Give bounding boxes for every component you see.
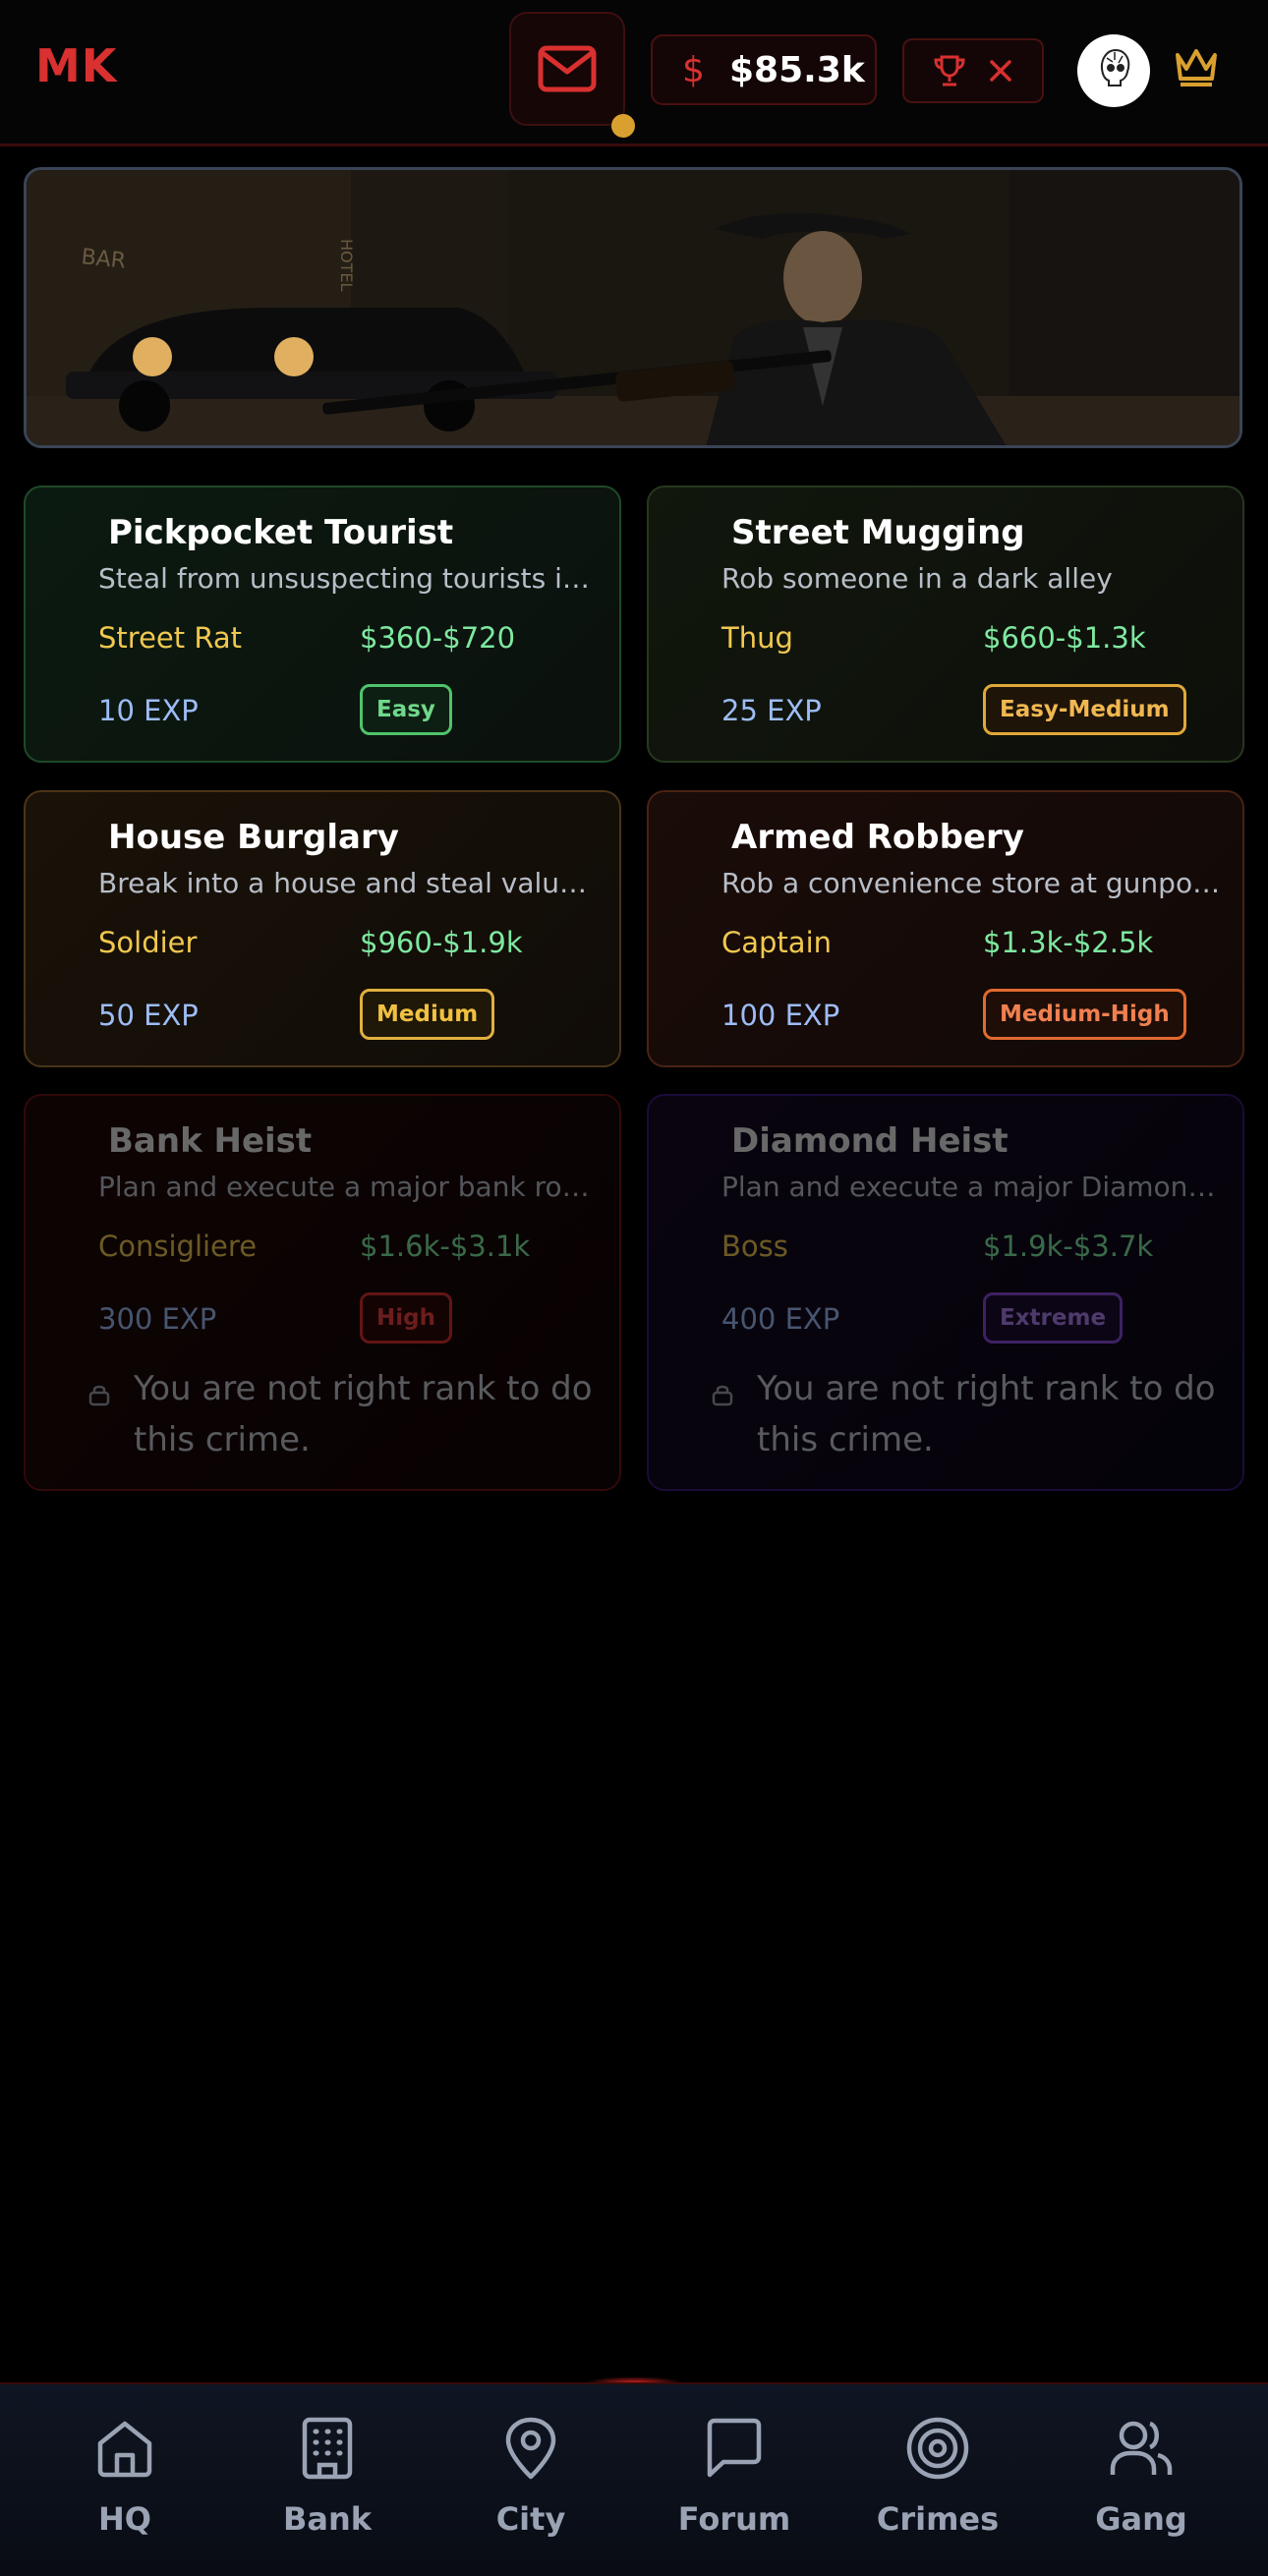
- crime-card-pickpocket-tourist[interactable]: Pickpocket Tourist Steal from unsuspecti…: [24, 486, 621, 763]
- target-icon: [906, 2417, 969, 2480]
- hero-banner-image: BAR HOTEL: [24, 167, 1242, 448]
- crime-title: Diamond Heist: [731, 1121, 1009, 1161]
- crime-description: Break into a house and steal valuab...: [98, 867, 600, 899]
- crime-title: Street Mugging: [731, 513, 1025, 552]
- payout-range: $1.9k-$3.7k: [983, 1230, 1154, 1263]
- map-pin-icon: [505, 2417, 556, 2480]
- notification-dot: [611, 114, 635, 138]
- payout-range: $660-$1.3k: [983, 621, 1146, 655]
- crime-card-street-mugging[interactable]: Street Mugging Rob someone in a dark all…: [647, 486, 1244, 763]
- required-rank: Soldier: [98, 926, 198, 959]
- close-icon[interactable]: [987, 57, 1014, 85]
- exp-reward: 10 EXP: [98, 694, 199, 727]
- exp-reward: 400 EXP: [721, 1302, 840, 1336]
- crime-card-armed-robbery[interactable]: Armed Robbery Rob a convenience store at…: [647, 790, 1244, 1067]
- building-icon: [302, 2417, 353, 2480]
- required-rank: Street Rat: [98, 621, 242, 655]
- crime-title: Armed Robbery: [731, 818, 1024, 857]
- crime-description: Plan and execute a major bank rob...: [98, 1171, 600, 1203]
- lock-icon: [712, 1385, 733, 1406]
- difficulty-badge: High: [360, 1292, 452, 1344]
- mail-icon: [538, 45, 597, 92]
- crime-title: Pickpocket Tourist: [108, 513, 454, 552]
- svg-text:HOTEL: HOTEL: [337, 239, 356, 292]
- difficulty-badge: Medium: [360, 989, 495, 1040]
- skull-logo-icon: [1080, 37, 1147, 104]
- payout-range: $1.6k-$3.1k: [360, 1230, 531, 1263]
- crime-description: Plan and execute a major Diamond ...: [721, 1171, 1223, 1203]
- cash-value: $85.3k: [729, 49, 865, 90]
- nav-item-forum[interactable]: Forum: [646, 2384, 823, 2576]
- nav-label: HQ: [98, 2500, 151, 2538]
- crime-card-house-burglary[interactable]: House Burglary Break into a house and st…: [24, 790, 621, 1067]
- exp-reward: 300 EXP: [98, 1302, 217, 1336]
- difficulty-badge: Easy-Medium: [983, 684, 1186, 735]
- exp-reward: 25 EXP: [721, 694, 822, 727]
- crime-title: House Burglary: [108, 818, 399, 857]
- required-rank: Captain: [721, 926, 833, 959]
- nav-item-hq[interactable]: HQ: [36, 2384, 213, 2576]
- lock-icon: [88, 1385, 110, 1406]
- required-rank: Consigliere: [98, 1230, 258, 1263]
- locked-message: You are not right rank to do this crime.: [757, 1369, 1216, 1460]
- trophy-icon: [934, 55, 965, 86]
- exp-reward: 50 EXP: [98, 999, 199, 1032]
- nav-item-crimes[interactable]: Crimes: [849, 2384, 1026, 2576]
- required-rank: Thug: [721, 621, 793, 655]
- nav-label: Forum: [677, 2500, 791, 2538]
- exp-reward: 100 EXP: [721, 999, 840, 1032]
- trophy-button[interactable]: [902, 38, 1044, 103]
- locked-message: You are not right rank to do this crime.: [134, 1369, 593, 1460]
- difficulty-badge: Medium-High: [983, 989, 1186, 1040]
- nav-item-gang[interactable]: Gang: [1053, 2384, 1230, 2576]
- mail-button[interactable]: [509, 12, 625, 126]
- crime-description: Steal from unsuspecting tourists in ...: [98, 562, 600, 595]
- required-rank: Boss: [721, 1230, 788, 1263]
- users-icon: [1110, 2421, 1173, 2475]
- dollar-icon: $: [682, 49, 705, 90]
- svg-text:BAR: BAR: [80, 245, 127, 274]
- difficulty-badge: Easy: [360, 684, 452, 735]
- nav-label: Gang: [1095, 2500, 1187, 2538]
- payout-range: $1.3k-$2.5k: [983, 926, 1154, 959]
- bottom-navigation: HQ Bank City Forum Crimes Gang: [0, 2382, 1268, 2576]
- premium-crown-icon[interactable]: [1173, 45, 1220, 92]
- nav-label: City: [495, 2500, 566, 2538]
- cash-display[interactable]: $ $85.3k: [651, 34, 877, 105]
- payout-range: $360-$720: [360, 621, 516, 655]
- difficulty-badge: Extreme: [983, 1292, 1124, 1344]
- nav-item-bank[interactable]: Bank: [239, 2384, 416, 2576]
- crime-card-bank-heist: Bank Heist Plan and execute a major bank…: [24, 1094, 621, 1491]
- top-bar: MK $ $85.3k: [0, 0, 1268, 146]
- avatar[interactable]: [1077, 34, 1150, 107]
- crime-description: Rob someone in a dark alley: [721, 562, 1113, 595]
- home-icon: [97, 2421, 152, 2478]
- crime-description: Rob a convenience store at gunpoint: [721, 867, 1223, 899]
- app-logo[interactable]: MK: [35, 39, 117, 92]
- crime-card-diamond-heist: Diamond Heist Plan and execute a major D…: [647, 1094, 1244, 1491]
- nav-item-city[interactable]: City: [442, 2384, 619, 2576]
- crime-title: Bank Heist: [108, 1121, 313, 1161]
- chat-icon: [707, 2418, 762, 2478]
- nav-label: Crimes: [876, 2500, 1000, 2538]
- nav-label: Bank: [282, 2500, 373, 2538]
- payout-range: $960-$1.9k: [360, 926, 523, 959]
